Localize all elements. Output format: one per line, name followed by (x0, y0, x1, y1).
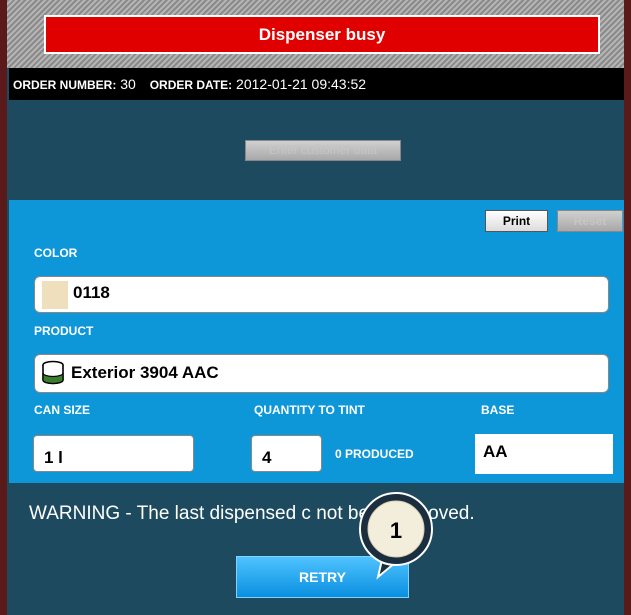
order-date-value: 2012-01-21 09:43:52 (236, 76, 367, 92)
callout-number: 1 (390, 518, 402, 543)
can-size-label: CAN SIZE (34, 403, 91, 417)
color-field[interactable]: 0118 (34, 276, 609, 313)
warning-panel: WARNING - The last dispensed c not been … (9, 483, 624, 615)
product-label: PRODUCT (34, 324, 94, 338)
produced-count: 0 PRODUCED (335, 447, 414, 461)
reset-button[interactable]: Reset (557, 210, 623, 232)
step-callout: 1 (354, 487, 438, 590)
product-field[interactable]: Exterior 3904 AAC (34, 354, 609, 393)
order-number-value: 30 (120, 76, 136, 92)
can-size-field[interactable]: 1 l (33, 435, 194, 472)
order-form: Print Reset COLOR 0118 PRODUCT Exterior … (9, 200, 624, 483)
order-info-bar: ORDER NUMBER: 30 ORDER DATE: 2012-01-21 … (9, 68, 624, 100)
customer-panel: Enter customer data (9, 100, 624, 200)
base-label: BASE (481, 403, 515, 417)
quantity-field[interactable]: 4 (251, 435, 322, 472)
status-banner: Dispenser busy (44, 15, 600, 54)
quantity-label: QUANTITY TO TINT (254, 403, 365, 417)
color-label: COLOR (34, 246, 78, 260)
base-field: AA (475, 434, 613, 474)
print-button[interactable]: Print (485, 210, 548, 232)
enter-customer-data-button[interactable]: Enter customer data (245, 140, 401, 161)
product-value: Exterior 3904 AAC (71, 363, 219, 382)
order-date-label: ORDER DATE: (149, 78, 233, 92)
order-number-label: ORDER NUMBER: (13, 78, 117, 92)
paint-can-icon (41, 360, 65, 391)
color-swatch (42, 281, 68, 309)
color-value: 0118 (73, 283, 110, 302)
